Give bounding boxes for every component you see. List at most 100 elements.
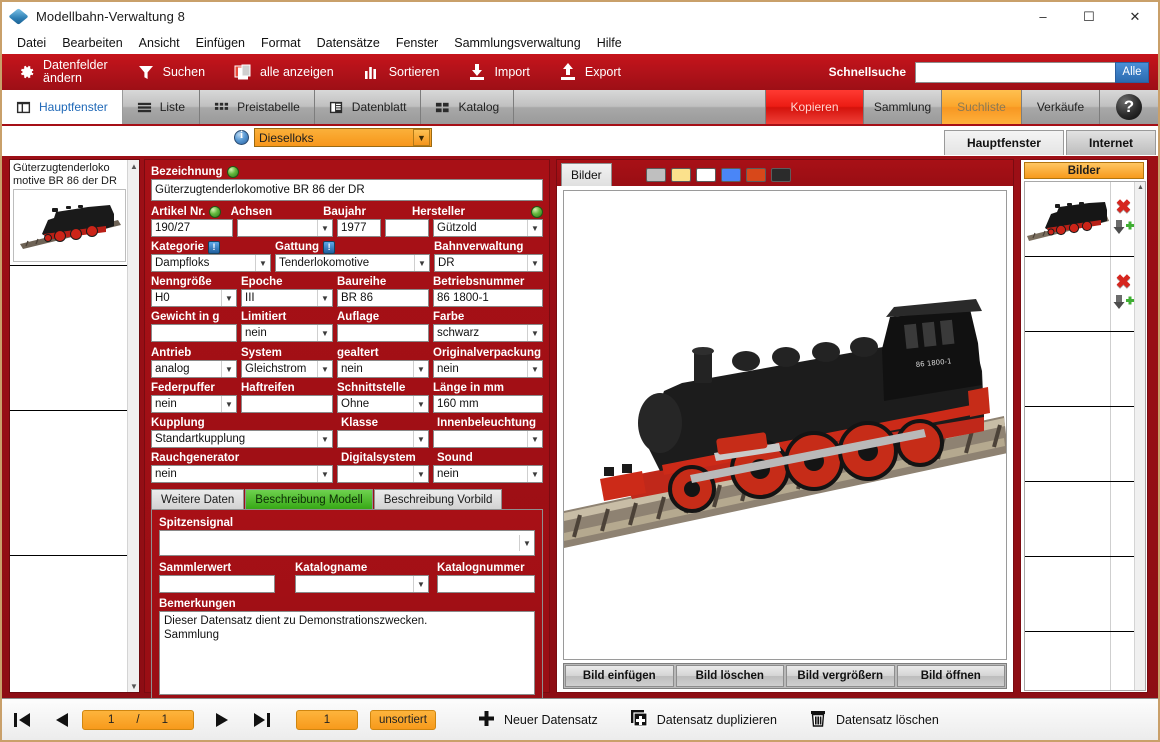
- gewicht-input[interactable]: [151, 324, 237, 342]
- menu-item-format[interactable]: Format: [253, 34, 309, 52]
- tab-sammlung[interactable]: Sammlung: [864, 90, 942, 124]
- menu-item-bearbeiten[interactable]: Bearbeiten: [54, 34, 130, 52]
- neuer-datensatz-button[interactable]: Neuer Datensatz: [462, 699, 614, 741]
- menu-item-sammlungsverwaltung[interactable]: Sammlungsverwaltung: [446, 34, 588, 52]
- category-selector[interactable]: Dieselloks ▼: [234, 128, 432, 147]
- category-dropdown[interactable]: Dieselloks ▼: [254, 128, 432, 147]
- chevron-down-icon[interactable]: ▼: [519, 535, 534, 551]
- chevron-down-icon[interactable]: ▼: [317, 325, 332, 341]
- farbe-select[interactable]: schwarz ▼: [433, 324, 543, 342]
- sortieren-button[interactable]: Sortieren: [348, 54, 454, 90]
- federpuffer-select[interactable]: nein ▼: [151, 395, 237, 413]
- baujahr-input[interactable]: 1977: [337, 219, 381, 237]
- close-button[interactable]: ✕: [1112, 2, 1158, 31]
- swatch-yellow[interactable]: [671, 168, 691, 182]
- hersteller-select[interactable]: Gützold ▼: [433, 219, 543, 237]
- bild-vergroessern-button[interactable]: Bild vergrößern: [786, 665, 895, 687]
- image-list-item[interactable]: [1025, 557, 1145, 632]
- chevron-down-icon[interactable]: ▼: [413, 431, 428, 447]
- swatch-white[interactable]: [696, 168, 716, 182]
- previous-record-button[interactable]: [42, 699, 82, 741]
- suchen-button[interactable]: Suchen: [122, 54, 219, 90]
- datensatz-duplizieren-button[interactable]: Datensatz duplizieren: [614, 699, 793, 741]
- tab-kopieren[interactable]: Kopieren: [766, 90, 864, 124]
- antrieb-select[interactable]: analog ▼: [151, 360, 237, 378]
- chevron-down-icon[interactable]: ▼: [413, 576, 428, 592]
- record-list-scrollbar[interactable]: ▲ ▼: [127, 160, 139, 692]
- record-list-item[interactable]: [10, 411, 129, 556]
- record-list-item[interactable]: [10, 266, 129, 411]
- tab-weitere-daten[interactable]: Weitere Daten: [151, 489, 244, 509]
- kategorie-select[interactable]: Dampfloks ▼: [151, 254, 271, 272]
- baujahr-bis-input[interactable]: [385, 219, 429, 237]
- chevron-down-icon[interactable]: ▼: [317, 361, 332, 377]
- bild-loeschen-button[interactable]: Bild löschen: [676, 665, 785, 687]
- swatch-grey[interactable]: [646, 168, 666, 182]
- bemerkungen-textarea[interactable]: Dieser Datensatz dient zu Demonstrations…: [159, 611, 535, 695]
- image-list-item[interactable]: [1025, 407, 1145, 482]
- digitalsystem-select[interactable]: ▼: [337, 465, 429, 483]
- menu-item-fenster[interactable]: Fenster: [388, 34, 446, 52]
- first-record-button[interactable]: [2, 699, 42, 741]
- tab-beschreibung-modell[interactable]: Beschreibung Modell: [245, 489, 372, 509]
- sammlerwert-input[interactable]: [159, 575, 275, 593]
- chevron-down-icon[interactable]: ▼: [527, 431, 542, 447]
- menu-item-einfuegen[interactable]: Einfügen: [188, 34, 253, 52]
- tab-liste[interactable]: Liste: [123, 90, 200, 124]
- chevron-down-icon[interactable]: ▼: [527, 361, 542, 377]
- insert-arrow-plus-icon[interactable]: [1113, 219, 1135, 239]
- tab-hauptfenster[interactable]: Hauptfenster: [2, 90, 123, 124]
- epoche-select[interactable]: III ▼: [241, 289, 333, 307]
- scroll-up-icon[interactable]: ▲: [1135, 182, 1146, 193]
- next-record-button[interactable]: [202, 699, 242, 741]
- image-list-item[interactable]: [1025, 632, 1145, 691]
- katalognummer-input[interactable]: [437, 575, 535, 593]
- minimize-button[interactable]: –: [1020, 2, 1066, 31]
- page-indicator[interactable]: 1 / 1: [82, 710, 194, 730]
- chevron-down-icon[interactable]: ▼: [317, 290, 332, 306]
- schnittstelle-select[interactable]: Ohne ▼: [337, 395, 429, 413]
- help-button[interactable]: ?: [1100, 90, 1158, 124]
- record-list-item[interactable]: Güterzugtenderloko motive BR 86 der DR: [10, 160, 129, 266]
- katalogname-select[interactable]: ▼: [295, 575, 429, 593]
- image-list-thumbnail[interactable]: [1025, 182, 1110, 256]
- swatch-orange[interactable]: [746, 168, 766, 182]
- baureihe-input[interactable]: BR 86: [337, 289, 429, 307]
- menu-item-ansicht[interactable]: Ansicht: [131, 34, 188, 52]
- kupplung-select[interactable]: Standartkupplung ▼: [151, 430, 333, 448]
- chevron-down-icon[interactable]: ▼: [413, 361, 428, 377]
- delete-x-icon[interactable]: ✖: [1116, 274, 1132, 291]
- chevron-down-icon[interactable]: ▼: [317, 466, 332, 482]
- scroll-down-icon[interactable]: ▼: [128, 680, 140, 692]
- image-list-thumbnail[interactable]: [1025, 482, 1110, 556]
- innenbeleuchtung-select[interactable]: ▼: [433, 430, 543, 448]
- tab-suchliste[interactable]: Suchliste: [942, 90, 1022, 124]
- tab-bilder[interactable]: Bilder: [561, 163, 612, 186]
- record-list-item[interactable]: [10, 556, 129, 693]
- chevron-down-icon[interactable]: ▼: [414, 255, 429, 271]
- tab-verkaeufe[interactable]: Verkäufe: [1022, 90, 1100, 124]
- export-button[interactable]: Export: [544, 54, 635, 90]
- betriebsnummer-input[interactable]: 86 1800-1: [433, 289, 543, 307]
- scroll-up-icon[interactable]: ▲: [128, 160, 140, 172]
- image-list-scrollbar[interactable]: ▲: [1134, 182, 1145, 690]
- menu-item-hilfe[interactable]: Hilfe: [589, 34, 630, 52]
- nenngroesse-select[interactable]: H0 ▼: [151, 289, 237, 307]
- swatch-blue[interactable]: [721, 168, 741, 182]
- record-count[interactable]: 1: [296, 710, 358, 730]
- chevron-down-icon[interactable]: ▼: [221, 290, 236, 306]
- bezeichnung-input[interactable]: Güterzugtenderlokomotive BR 86 der DR: [151, 179, 543, 201]
- tab-preistabelle[interactable]: Preistabelle: [200, 90, 315, 124]
- chevron-down-icon[interactable]: ▼: [527, 255, 542, 271]
- artikel-nr-input[interactable]: 190/27: [151, 219, 233, 237]
- image-list-thumbnail[interactable]: [1025, 632, 1110, 691]
- bahnverwaltung-select[interactable]: DR ▼: [434, 254, 543, 272]
- quicksearch-all-button[interactable]: Alle: [1115, 62, 1149, 83]
- gealtert-select[interactable]: nein ▼: [337, 360, 429, 378]
- system-select[interactable]: Gleichstrom ▼: [241, 360, 333, 378]
- datensatz-loeschen-button[interactable]: Datensatz löschen: [793, 699, 955, 741]
- insert-arrow-plus-icon[interactable]: [1113, 294, 1135, 314]
- haftreifen-input[interactable]: [241, 395, 333, 413]
- maximize-button[interactable]: ☐: [1066, 2, 1112, 31]
- bild-einfuegen-button[interactable]: Bild einfügen: [565, 665, 674, 687]
